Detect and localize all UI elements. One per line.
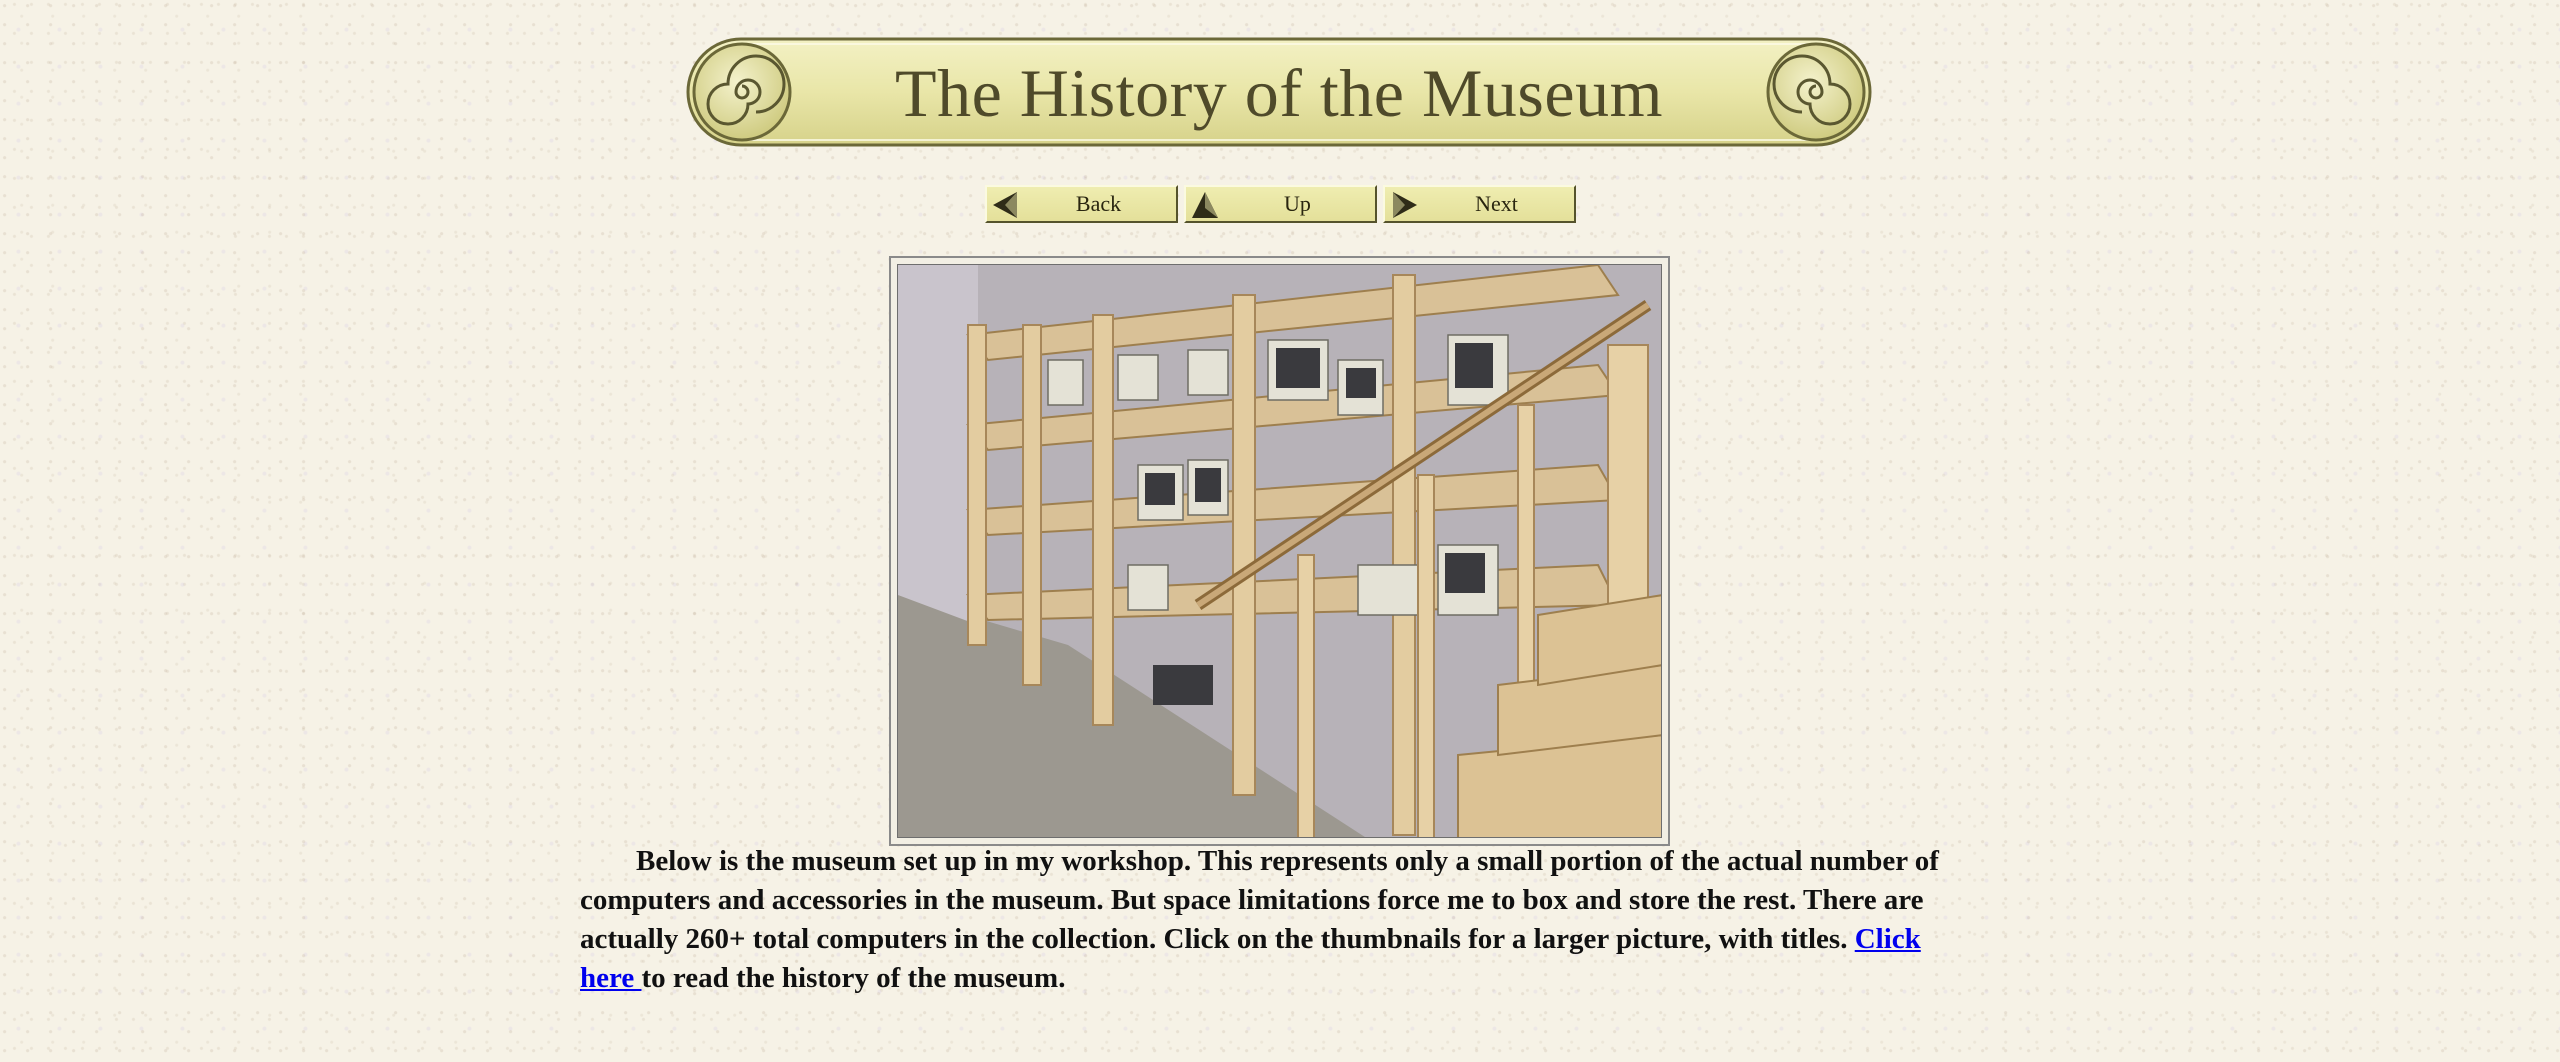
back-button[interactable]: Back	[985, 185, 1178, 223]
museum-photo-image	[897, 264, 1662, 838]
up-arrow-icon	[1192, 192, 1218, 218]
museum-shelves-illustration	[898, 265, 1661, 837]
next-arrow-icon	[1393, 192, 1417, 218]
page-title: The History of the Museum	[895, 54, 1663, 131]
up-button-label: Up	[1284, 191, 1311, 216]
description-text: Below is the museum set up in my worksho…	[580, 845, 1939, 955]
back-button-label: Back	[1075, 191, 1122, 216]
page-banner: The History of the Museum	[680, 34, 1878, 152]
back-arrow-icon	[993, 192, 1017, 218]
museum-photo[interactable]	[889, 256, 1670, 846]
next-button[interactable]: Next	[1383, 185, 1576, 223]
description-paragraph: Below is the museum set up in my worksho…	[580, 842, 1980, 998]
up-button[interactable]: Up	[1184, 185, 1377, 223]
next-button-label: Next	[1475, 191, 1518, 216]
description-text-end: to read the history of the museum.	[641, 962, 1066, 994]
